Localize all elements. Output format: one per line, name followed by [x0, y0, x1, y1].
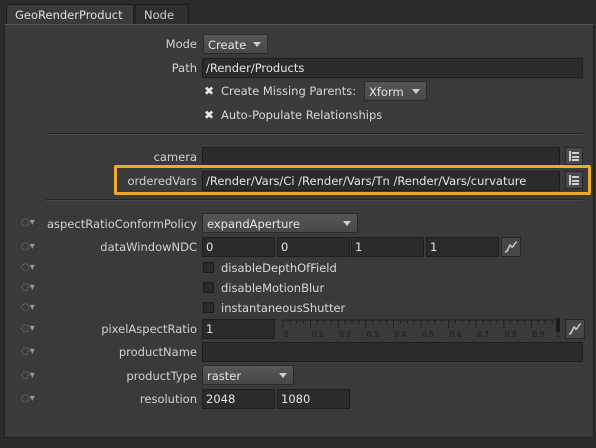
disable-motion-blur-label: disableMotionBlur	[221, 281, 325, 295]
slider-tick-label: 0.1	[312, 330, 324, 339]
chevron-down-icon	[279, 373, 287, 378]
anim-toggle-icon[interactable]: ◌▾	[21, 302, 39, 314]
path-label: Path	[171, 61, 197, 75]
product-name-field[interactable]	[202, 342, 583, 362]
anim-toggle-icon[interactable]: ◌▾	[21, 262, 39, 274]
divider	[46, 133, 583, 135]
pixel-aspect-ratio-label: pixelAspectRatio	[101, 322, 197, 336]
instantaneous-shutter-checkbox[interactable]	[203, 302, 214, 313]
create-missing-parents-checkbox[interactable]: ✖	[204, 85, 214, 97]
aspect-ratio-policy-value: expandAperture	[207, 217, 300, 231]
parent-type-dropdown[interactable]: Xform	[364, 81, 427, 101]
ordered-vars-highlight	[114, 165, 591, 195]
data-window-ndc-x1[interactable]: 1	[351, 237, 424, 257]
anim-toggle-icon[interactable]: ◌▾	[21, 282, 39, 294]
mode-value: Create	[208, 38, 247, 52]
mode-dropdown[interactable]: Create	[203, 34, 268, 54]
aspect-ratio-policy-label: aspectRatioConformPolicy	[46, 217, 197, 231]
disable-depth-of-field-checkbox[interactable]	[203, 262, 214, 273]
slider-tick-label: 0.3	[367, 330, 379, 339]
chevron-down-icon	[343, 221, 351, 226]
divider	[46, 199, 583, 201]
slider-tick-label: 0.9	[532, 330, 544, 339]
tab-node[interactable]: Node	[135, 4, 189, 24]
product-name-label: productName	[118, 345, 197, 359]
tab-georenderproduct[interactable]: GeoRenderProduct	[6, 4, 134, 24]
create-missing-parents-label: Create Missing Parents:	[221, 84, 357, 98]
resolution-width-field[interactable]: 2048	[202, 389, 275, 409]
curve-icon[interactable]	[501, 237, 521, 257]
data-window-ndc-y0[interactable]: 0	[277, 237, 350, 257]
slider-tick-label: 0.8	[505, 330, 517, 339]
data-window-ndc-y1[interactable]: 1	[426, 237, 499, 257]
slider-handle[interactable]	[556, 318, 560, 332]
chevron-down-icon	[253, 42, 261, 47]
pixel-aspect-ratio-slider[interactable]: 0 0.1 0.2 0.3 0.4 0.5 0.6 0.7 0.8 0.9 1	[281, 318, 563, 340]
product-type-value: raster	[207, 369, 242, 383]
slider-tick-label: 0	[284, 330, 289, 339]
path-field[interactable]: /Render/Products	[202, 58, 583, 78]
resolution-height-field[interactable]: 1080	[277, 389, 350, 409]
product-type-label: productType	[126, 369, 197, 383]
slider-tick-label: 0.5	[422, 330, 434, 339]
pixel-aspect-ratio-field[interactable]: 1	[202, 319, 275, 339]
resolution-label: resolution	[139, 392, 197, 406]
camera-field[interactable]	[202, 147, 560, 167]
curve-icon[interactable]	[565, 319, 585, 339]
auto-populate-label: Auto-Populate Relationships	[221, 108, 383, 122]
slider-tick-label: 0.4	[394, 330, 406, 339]
slider-tick-label: 0.6	[450, 330, 462, 339]
disable-depth-of-field-label: disableDepthOfField	[221, 261, 337, 275]
product-type-dropdown[interactable]: raster	[202, 365, 294, 385]
data-window-ndc-x0[interactable]: 0	[202, 237, 275, 257]
slider-tick-label: 0.2	[339, 330, 351, 339]
auto-populate-checkbox[interactable]: ✖	[204, 109, 214, 121]
chevron-down-icon	[412, 89, 420, 94]
mode-label: Mode	[165, 37, 197, 51]
list-picker-icon[interactable]	[565, 147, 583, 165]
parent-type-value: Xform	[369, 85, 404, 99]
aspect-ratio-policy-dropdown[interactable]: expandAperture	[202, 213, 358, 233]
instantaneous-shutter-label: instantaneousShutter	[221, 301, 346, 315]
disable-motion-blur-checkbox[interactable]	[203, 282, 214, 293]
data-window-ndc-label: dataWindowNDC	[100, 240, 197, 254]
slider-tick-label: 0.7	[477, 330, 489, 339]
camera-label: camera	[153, 150, 197, 164]
